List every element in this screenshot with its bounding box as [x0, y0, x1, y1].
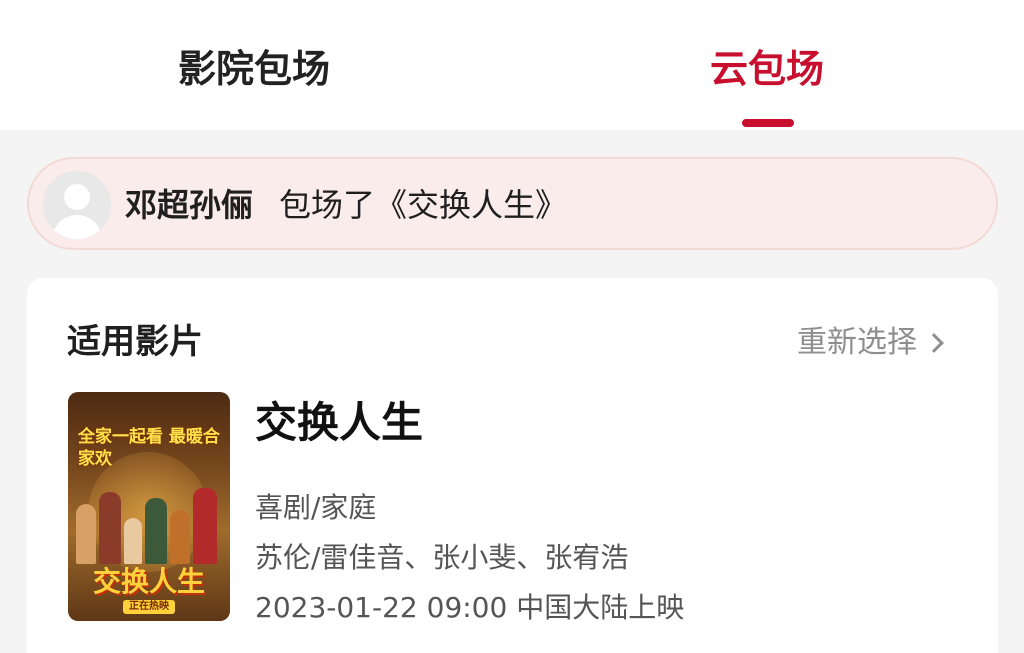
poster-title: 交换人生	[92, 565, 205, 598]
poster-person	[145, 498, 167, 564]
poster-person	[76, 504, 96, 564]
chevron-right-icon	[924, 333, 944, 353]
movie-poster[interactable]: 全家一起看 最暖合家欢 交换人生 正在热映	[68, 392, 230, 621]
applicable-films-card: 适用影片 重新选择 全家一起看 最暖合家欢 交换人生 正在热映 交换人生 喜剧/…	[27, 278, 998, 653]
tab-cinema-booking[interactable]: 影院包场	[178, 44, 330, 94]
poster-status: 正在热映	[123, 600, 175, 614]
tab-bar: 影院包场 云包场	[0, 0, 1024, 130]
poster-person	[99, 492, 121, 564]
reselect-button[interactable]: 重新选择	[797, 323, 944, 363]
movie-release: 2023-01-22 09:00 中国大陆上映	[255, 591, 685, 624]
notice-message: 包场了《交换人生》	[279, 186, 568, 224]
section-title: 适用影片	[67, 322, 203, 362]
movie-title[interactable]: 交换人生	[255, 398, 423, 448]
tab-cloud-booking[interactable]: 云包场	[710, 44, 824, 94]
page: 影院包场 云包场 邓超孙俪 包场了《交换人生》 适用影片 重新选择 全家一起看 …	[0, 0, 1024, 653]
text-fade-overlay	[703, 584, 813, 630]
poster-slogan: 全家一起看 最暖合家欢	[78, 427, 220, 469]
reselect-label: 重新选择	[797, 325, 917, 360]
notice-user-name: 邓超孙俪	[125, 186, 254, 224]
poster-person	[170, 510, 190, 564]
poster-person	[124, 518, 142, 564]
movie-cast: 苏伦/雷佳音、张小斐、张宥浩	[255, 541, 629, 574]
active-tab-indicator	[742, 119, 794, 127]
poster-person	[193, 488, 217, 564]
avatar-body-icon	[52, 215, 102, 239]
poster-people	[76, 484, 222, 564]
avatar	[43, 171, 111, 239]
booking-notice-banner: 邓超孙俪 包场了《交换人生》	[27, 157, 998, 250]
avatar-head-icon	[64, 184, 90, 210]
movie-genre: 喜剧/家庭	[255, 491, 377, 524]
